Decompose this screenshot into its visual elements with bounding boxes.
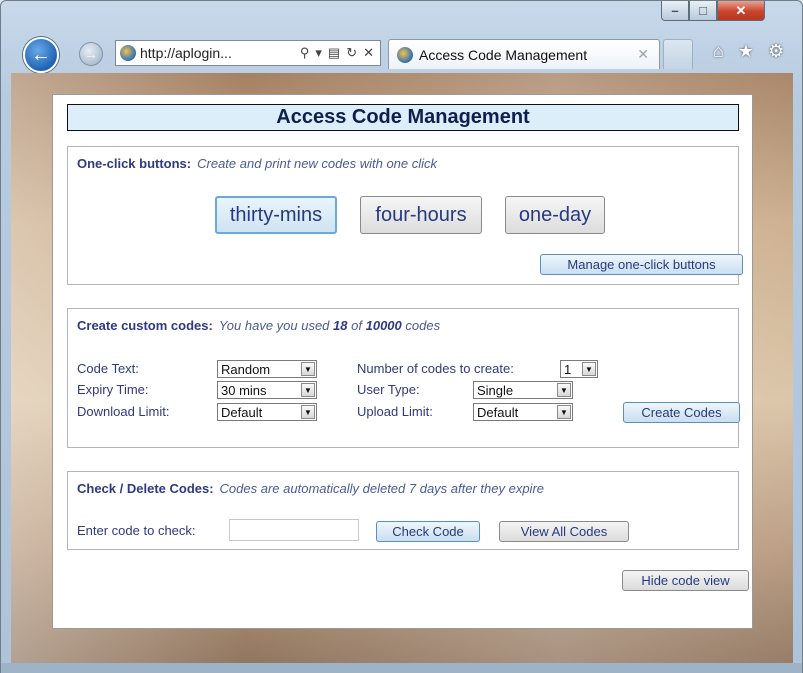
window-bottom-border — [1, 663, 802, 673]
download-limit-label: Download Limit: — [77, 404, 170, 419]
manage-one-click-button[interactable]: Manage one-click buttons — [540, 254, 743, 275]
upload-limit-select[interactable]: Default ▼ — [473, 403, 573, 421]
browser-toolbar-right: ⌂ ★ ⚙ — [713, 41, 784, 62]
download-limit-select[interactable]: Default ▼ — [217, 403, 317, 421]
maximize-button[interactable]: □ — [689, 1, 717, 21]
usage-mid: of — [351, 318, 362, 333]
page-viewport: Access Code Management One-click buttons… — [11, 73, 793, 668]
custom-codes-header: Create custom codes: You have you used 18… — [77, 318, 440, 333]
back-arrow-icon: ← — [31, 43, 51, 66]
check-delete-subtitle: Codes are automatically deleted 7 days a… — [219, 481, 545, 496]
back-button[interactable]: ← — [23, 37, 59, 73]
user-type-label: User Type: — [357, 382, 420, 397]
used-count: 18 — [333, 318, 348, 333]
expiry-time-label: Expiry Time: — [77, 382, 149, 397]
expiry-time-select[interactable]: 30 mins ▼ — [217, 381, 317, 399]
check-delete-title: Check / Delete Codes: — [77, 481, 214, 496]
expiry-time-value: 30 mins — [221, 382, 267, 398]
usage-prefix: You have you used — [218, 318, 330, 333]
upload-limit-value: Default — [477, 404, 519, 420]
forward-button[interactable]: → — [79, 42, 103, 66]
dropdown-icon[interactable]: ▾ — [315, 45, 322, 61]
tab-access-code-management[interactable]: Access Code Management ✕ — [388, 39, 660, 69]
tab-close-icon[interactable]: ✕ — [637, 46, 649, 63]
one-click-header: One-click buttons: Create and print new c… — [77, 156, 437, 171]
tab-title: Access Code Management — [419, 46, 588, 63]
page-title: Access Code Management — [67, 104, 739, 131]
num-codes-select[interactable]: 1 ▼ — [560, 360, 598, 378]
search-icon[interactable]: ⚲ — [300, 45, 310, 61]
forward-arrow-icon: → — [84, 46, 98, 62]
create-codes-button[interactable]: Create Codes — [623, 402, 740, 423]
chevron-down-icon: ▼ — [557, 383, 571, 397]
chevron-down-icon: ▼ — [557, 405, 571, 419]
custom-codes-title: Create custom codes: — [77, 318, 213, 333]
num-codes-value: 1 — [564, 361, 572, 377]
address-text[interactable]: http://aplogin... — [140, 45, 296, 61]
chevron-down-icon: ▼ — [301, 362, 315, 376]
code-check-input[interactable] — [229, 519, 359, 541]
check-code-button[interactable]: Check Code — [376, 521, 480, 542]
thirty-mins-button[interactable]: thirty-mins — [215, 196, 337, 234]
browser-window: – □ ✕ ← → http://aplogin... ⚲ ▾ ▤ ↻ ✕ Ac… — [0, 0, 803, 673]
one-day-button[interactable]: one-day — [505, 196, 605, 234]
address-tools: ⚲ ▾ ▤ ↻ ✕ — [300, 45, 380, 61]
four-hours-button[interactable]: four-hours — [360, 196, 482, 234]
chevron-down-icon: ▼ — [582, 362, 596, 376]
usage-suffix: codes — [405, 318, 441, 333]
site-favicon-icon — [120, 45, 136, 61]
download-limit-value: Default — [221, 404, 263, 420]
one-click-title: One-click buttons: — [77, 156, 192, 171]
enter-code-label: Enter code to check: — [77, 523, 196, 538]
check-delete-header: Check / Delete Codes: Codes are automatic… — [77, 481, 544, 496]
close-button[interactable]: ✕ — [717, 1, 765, 21]
upload-limit-label: Upload Limit: — [357, 404, 433, 419]
refresh-icon[interactable]: ↻ — [346, 45, 357, 61]
view-all-codes-button[interactable]: View All Codes — [499, 521, 629, 542]
chevron-down-icon: ▼ — [301, 405, 315, 419]
home-icon[interactable]: ⌂ — [713, 41, 724, 62]
new-tab-button[interactable] — [663, 39, 693, 69]
user-type-select[interactable]: Single ▼ — [473, 381, 573, 399]
code-text-value: Random — [221, 361, 271, 377]
minimize-button[interactable]: – — [661, 1, 689, 21]
code-text-label: Code Text: — [77, 361, 139, 376]
chevron-down-icon: ▼ — [301, 383, 315, 397]
settings-gear-icon[interactable]: ⚙ — [768, 41, 784, 62]
user-type-value: Single — [477, 382, 514, 398]
address-bar[interactable]: http://aplogin... ⚲ ▾ ▤ ↻ ✕ — [115, 40, 381, 66]
title-bar: – □ ✕ — [1, 1, 802, 33]
navigation-bar: ← → http://aplogin... ⚲ ▾ ▤ ↻ ✕ Access C… — [1, 31, 802, 73]
total-count: 10000 — [365, 318, 402, 333]
main-panel: Access Code Management One-click buttons… — [52, 94, 753, 629]
tab-favicon-icon — [397, 46, 413, 63]
one-click-section: One-click buttons: Create and print new c… — [67, 146, 743, 285]
compat-icon[interactable]: ▤ — [328, 45, 340, 61]
num-codes-label: Number of codes to create: — [357, 361, 514, 376]
custom-codes-section: Create custom codes: You have you used 18… — [67, 308, 740, 448]
favorites-star-icon[interactable]: ★ — [738, 41, 754, 62]
one-click-subtitle: Create and print new codes with one clic… — [197, 156, 438, 171]
stop-icon[interactable]: ✕ — [363, 45, 374, 61]
hide-code-view-button[interactable]: Hide code view — [622, 570, 749, 591]
code-text-select[interactable]: Random ▼ — [217, 360, 317, 378]
check-delete-section: Check / Delete Codes: Codes are automatic… — [67, 471, 739, 550]
